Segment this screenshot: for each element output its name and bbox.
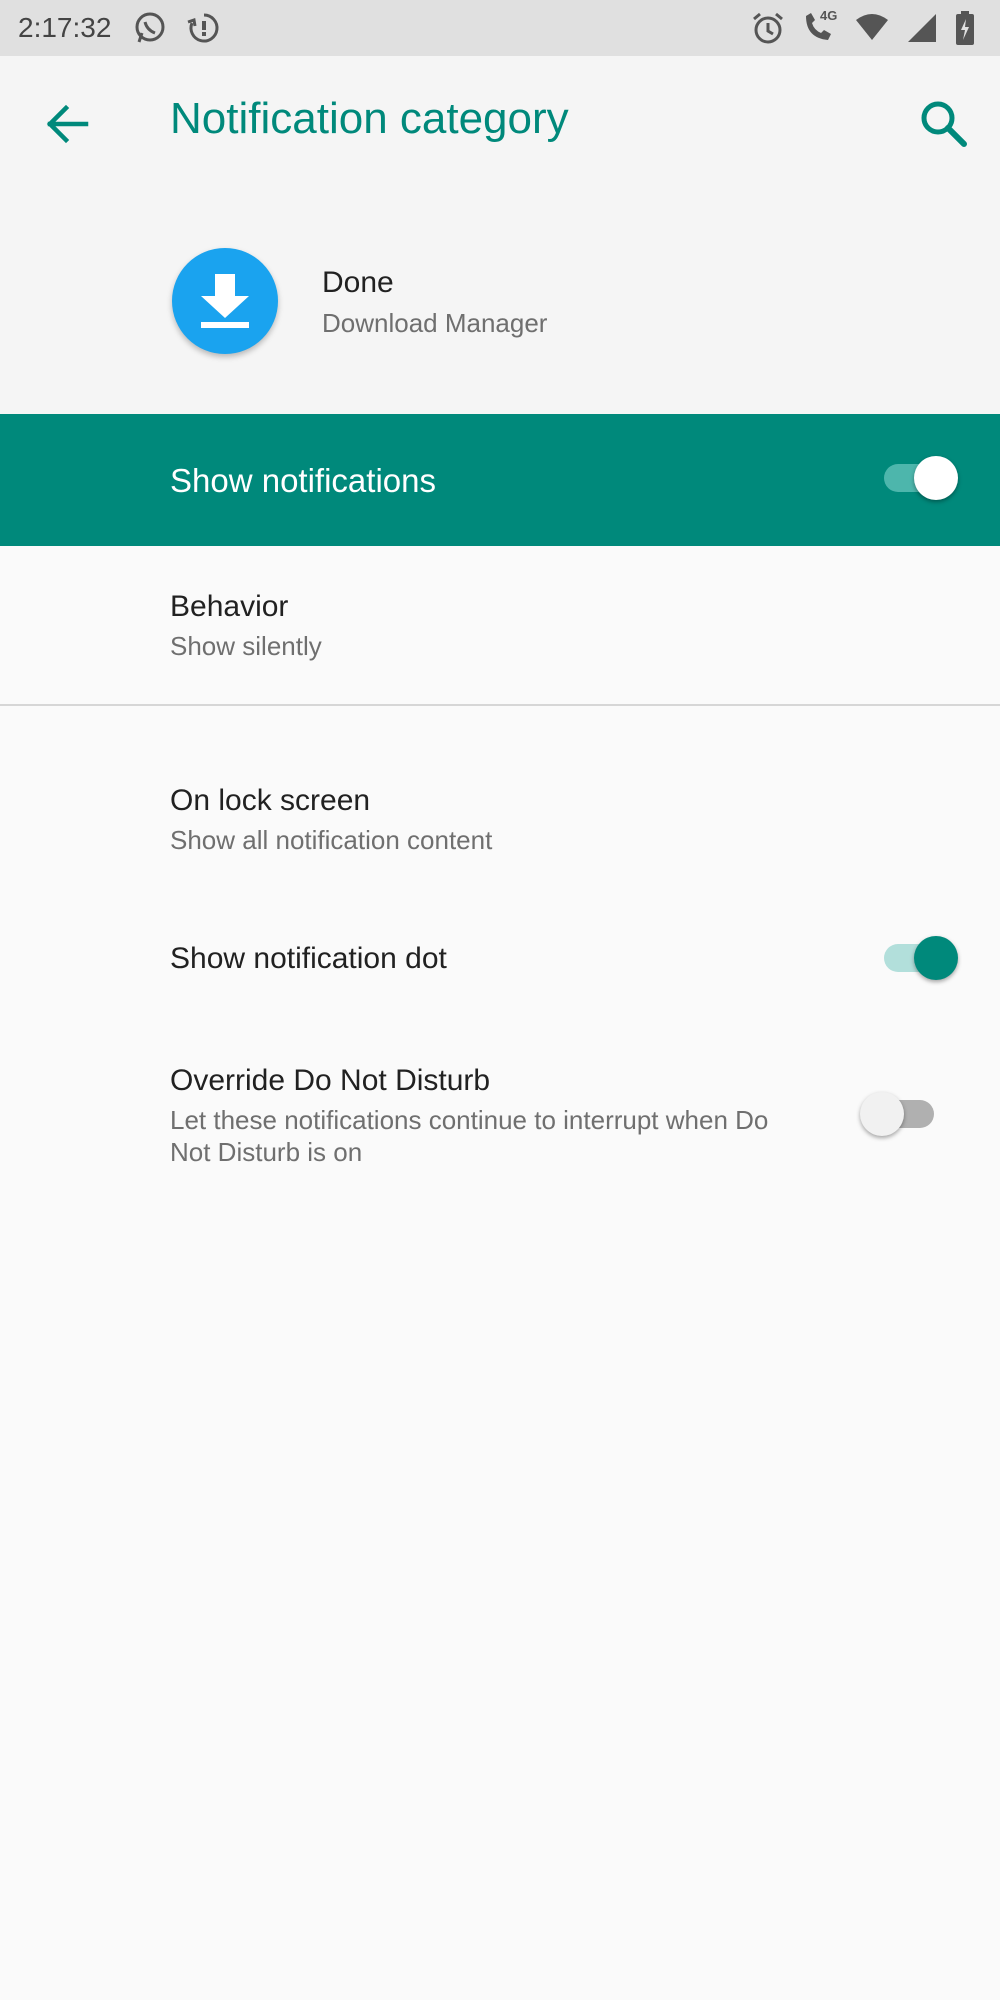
show-notifications-label: Show notifications xyxy=(170,462,436,499)
app-bar: Notification category xyxy=(0,56,1000,192)
whatsapp-icon xyxy=(135,12,165,43)
status-bar: 2:17:32 4G xyxy=(0,0,1000,56)
show-notifications-row[interactable]: Show notifications xyxy=(0,414,1000,546)
status-time: 2:17:32 xyxy=(18,12,112,43)
lock-screen-summary: Show all notification content xyxy=(170,825,493,855)
search-icon[interactable] xyxy=(916,96,972,152)
notification-dot-title: Show notification dot xyxy=(170,942,447,975)
divider xyxy=(0,704,1000,706)
channel-name: Done xyxy=(322,266,394,299)
override-dnd-row[interactable]: Override Do Not Disturb Let these notifi… xyxy=(0,1040,1000,1190)
override-dnd-switch[interactable] xyxy=(860,1092,938,1136)
behavior-title: Behavior xyxy=(170,590,289,623)
app-header: Done Download Manager xyxy=(0,192,1000,414)
arrow-back-icon[interactable] xyxy=(40,96,96,152)
behavior-row[interactable]: Behavior Show silently xyxy=(0,546,1000,704)
battery-charging-icon xyxy=(956,11,974,45)
wifi-icon xyxy=(856,14,888,40)
notification-dot-switch[interactable] xyxy=(882,936,958,980)
lock-screen-title: On lock screen xyxy=(170,784,371,817)
behavior-summary: Show silently xyxy=(170,631,322,661)
notification-dot-row[interactable]: Show notification dot xyxy=(0,900,1000,1020)
switch-thumb xyxy=(914,456,958,500)
switch-thumb xyxy=(914,936,958,980)
show-notifications-switch[interactable] xyxy=(882,456,958,500)
app-name: Download Manager xyxy=(322,308,548,338)
override-dnd-title: Override Do Not Disturb xyxy=(170,1064,491,1097)
download-icon xyxy=(172,248,278,354)
network-type-label: 4G xyxy=(820,8,838,23)
signal-icon xyxy=(908,14,936,42)
alarm-icon xyxy=(753,12,783,44)
sync-alert-icon xyxy=(187,13,219,43)
override-dnd-summary: Let these notifications continue to inte… xyxy=(170,1105,769,1167)
page-title: Notification category xyxy=(170,94,569,143)
lock-screen-row[interactable]: On lock screen Show all notification con… xyxy=(0,760,1000,880)
volte-call-icon: 4G xyxy=(800,8,840,46)
switch-thumb xyxy=(860,1092,904,1136)
